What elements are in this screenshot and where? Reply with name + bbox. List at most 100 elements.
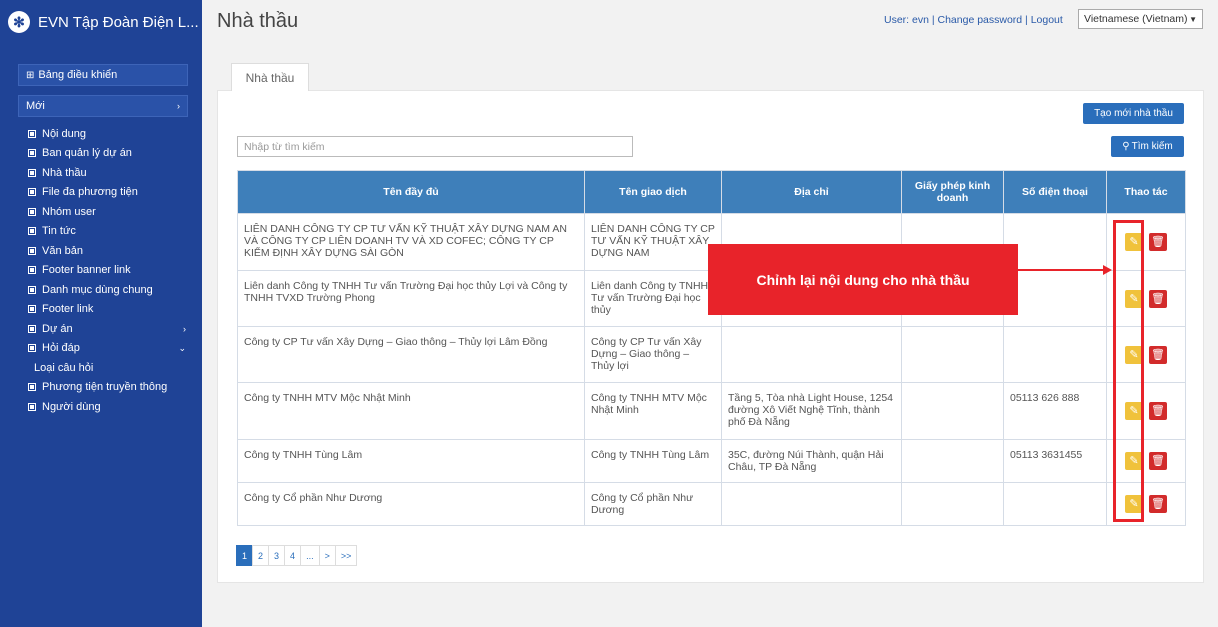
- square-icon: [28, 305, 36, 314]
- cell-full-name: LIÊN DANH CÔNG TY CP TƯ VẤN KỸ THUẬT XÂY…: [237, 213, 585, 271]
- cell-trade-name: Công ty Cổ phần Như Dương: [584, 482, 722, 526]
- sidebar-item[interactable]: Tin tức: [28, 222, 186, 242]
- sidebar-item[interactable]: Loại câu hỏi: [28, 358, 186, 378]
- sidebar-item-label: Ban quản lý dự án: [42, 147, 132, 160]
- col-actions: Thao tác: [1106, 170, 1186, 214]
- square-icon: [28, 149, 36, 158]
- trash-icon[interactable]: 🗑: [1149, 495, 1167, 513]
- square-icon: [28, 168, 36, 177]
- cell-license: [901, 326, 1004, 383]
- page-link[interactable]: 3: [268, 545, 286, 566]
- cell-trade-name: Liên danh Công ty TNHH Tư vấn Trường Đại…: [584, 270, 722, 327]
- trash-icon[interactable]: 🗑: [1149, 233, 1167, 251]
- sidebar-item[interactable]: Phương tiện truyền thông: [28, 378, 186, 398]
- cell-trade-name: Công ty CP Tư vấn Xây Dựng – Giao thông …: [584, 326, 722, 383]
- cell-full-name: Liên danh Công ty TNHH Tư vấn Trường Đại…: [237, 270, 585, 327]
- sidebar-item-label: Footer link: [42, 303, 94, 316]
- create-contractor-button[interactable]: Tạo mới nhà thầu: [1083, 103, 1184, 124]
- fan-logo-icon: ✻: [8, 11, 30, 33]
- cell-full-name: Công ty TNHH Tùng Lâm: [237, 439, 585, 483]
- page-link[interactable]: ...: [300, 545, 320, 566]
- sidebar-item[interactable]: Văn bản: [28, 241, 186, 261]
- cell-license: [901, 382, 1004, 440]
- chevron-down-icon: ⌄: [178, 342, 186, 353]
- cell-full-name: Công ty TNHH MTV Mộc Nhật Minh: [237, 382, 585, 440]
- trash-icon[interactable]: 🗑: [1149, 289, 1167, 308]
- sidebar-item[interactable]: Hỏi đáp ⌄: [28, 339, 186, 359]
- sidebar-item-label: Nhà thầu: [42, 166, 87, 179]
- page-link[interactable]: 2: [252, 545, 270, 566]
- cell-address: Tầng 5, Tòa nhà Light House, 1254 đường …: [721, 382, 902, 440]
- cell-license: [901, 439, 1004, 483]
- table-row[interactable]: Công ty CP Tư vấn Xây Dựng – Giao thông …: [237, 326, 1186, 383]
- page-link[interactable]: >: [318, 545, 336, 566]
- sidebar-item-dashboard[interactable]: ⊞ Bảng điều khiển: [18, 64, 188, 86]
- search-icon: ⚲: [1122, 141, 1130, 152]
- arrow-right-icon: [1103, 265, 1112, 275]
- sidebar-item[interactable]: Người dùng: [28, 397, 186, 417]
- sidebar-item-label: Dự án: [42, 322, 73, 335]
- sidebar-item[interactable]: Danh mục dùng chung: [28, 280, 186, 300]
- cell-full-name: Công ty Cổ phần Như Dương: [237, 482, 585, 526]
- sidebar-item[interactable]: Footer banner link: [28, 261, 186, 281]
- cell-address: [721, 326, 902, 383]
- square-icon: [28, 285, 36, 294]
- sidebar-item[interactable]: Ban quản lý dự án: [28, 144, 186, 164]
- sidebar-item-label: Danh mục dùng chung: [42, 283, 153, 296]
- language-value: Vietnamese (Vietnam): [1084, 13, 1188, 25]
- page-link[interactable]: >>: [334, 545, 358, 566]
- trash-icon[interactable]: 🗑: [1149, 452, 1167, 470]
- cell-trade-name: LIÊN DANH CÔNG TY CP TƯ VẤN KỸ THUẬT XÂY…: [584, 213, 722, 271]
- cell-phone: 05113 626 888: [1003, 382, 1107, 440]
- trash-icon[interactable]: 🗑: [1149, 345, 1167, 364]
- tab-contractors[interactable]: Nhà thầu: [231, 63, 309, 91]
- col-license[interactable]: Giấy phép kinh doanh: [901, 170, 1004, 214]
- sidebar-item[interactable]: Nhà thầu: [28, 163, 186, 183]
- search-button-label: Tìm kiếm: [1131, 141, 1173, 152]
- cell-phone: 05113 3631455: [1003, 439, 1107, 483]
- table-row[interactable]: Công ty TNHH MTV Mộc Nhật Minh Công ty TN…: [237, 382, 1186, 440]
- search-button[interactable]: ⚲ Tìm kiếm: [1111, 136, 1184, 157]
- cell-full-name: Công ty CP Tư vấn Xây Dựng – Giao thông …: [237, 326, 585, 383]
- sidebar-menu: Nội dung Ban quản lý dự án Nhà thầu File đa…: [28, 124, 186, 417]
- trash-icon[interactable]: 🗑: [1149, 402, 1167, 420]
- col-phone[interactable]: Số điện thoại: [1003, 170, 1107, 214]
- cell-license: [901, 482, 1004, 526]
- cell-phone: [1003, 213, 1107, 271]
- table-row[interactable]: Công ty TNHH Tùng Lâm Công ty TNHH Tùng L…: [237, 439, 1186, 483]
- document-icon: [28, 129, 36, 138]
- sidebar-item[interactable]: Nội dung: [28, 124, 186, 144]
- cell-trade-name: Công ty TNHH Tùng Lâm: [584, 439, 722, 483]
- sidebar-item[interactable]: Footer link: [28, 300, 186, 320]
- sidebar-item-label: Phương tiện truyền thông: [42, 381, 168, 394]
- chevron-right-icon: ›: [177, 101, 180, 111]
- sidebar-item[interactable]: Nhóm user: [28, 202, 186, 222]
- sidebar-item-label: Nội dung: [42, 127, 87, 140]
- square-icon: [28, 324, 36, 333]
- pagination: 1 2 3 4... > >>: [236, 545, 358, 566]
- square-icon: [28, 188, 36, 197]
- sidebar-item[interactable]: File đa phương tiện: [28, 183, 186, 203]
- page-link[interactable]: 4: [284, 545, 302, 566]
- brand[interactable]: ✻ EVN Tập Đoàn Điện L...: [0, 0, 202, 44]
- user-icon: [28, 402, 36, 411]
- sidebar-new-label: Mới: [26, 100, 45, 112]
- logout-link[interactable]: Logout: [1031, 14, 1063, 26]
- language-select[interactable]: Vietnamese (Vietnam) ▼: [1078, 9, 1203, 29]
- sidebar-item-label: Hỏi đáp: [42, 342, 80, 355]
- sidebar-item-new[interactable]: Mới ›: [18, 95, 188, 117]
- table-row[interactable]: Công ty Cổ phần Như Dương Công ty Cổ phần…: [237, 482, 1186, 526]
- cell-address: [721, 482, 902, 526]
- col-address[interactable]: Địa chỉ: [721, 170, 902, 214]
- col-trade-name[interactable]: Tên giao dịch: [584, 170, 722, 214]
- page-title: Nhà thầu: [217, 10, 299, 32]
- sidebar-item-label: Nhóm user: [42, 205, 96, 218]
- annotation-callout: Chỉnh lại nội dung cho nhà thầu: [708, 244, 1018, 315]
- sidebar-item[interactable]: Dự án ›: [28, 319, 186, 339]
- sidebar-dashboard-label: Bảng điều khiển: [38, 69, 118, 81]
- search-input[interactable]: Nhập từ tìm kiếm: [237, 136, 633, 157]
- col-full-name[interactable]: Tên đầy đủ: [237, 170, 585, 214]
- page-link[interactable]: 1: [236, 545, 254, 566]
- change-password-link[interactable]: Change password: [938, 14, 1023, 26]
- dropdown-arrow-icon: ▼: [1189, 14, 1197, 24]
